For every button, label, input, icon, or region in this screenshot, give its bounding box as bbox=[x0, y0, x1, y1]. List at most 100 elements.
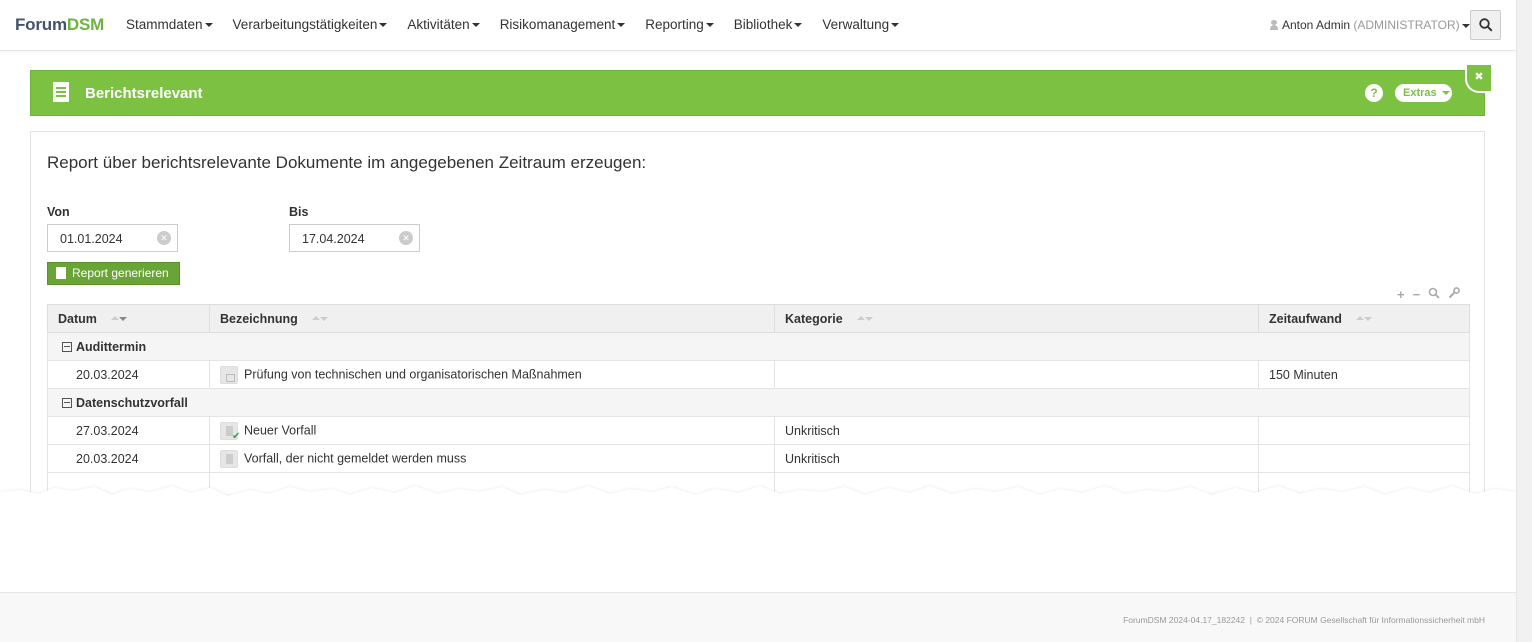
header-label: Bezeichnung bbox=[220, 311, 298, 326]
sort-icon[interactable] bbox=[856, 315, 873, 323]
sort-icon[interactable] bbox=[1355, 315, 1372, 323]
menu-bibliothek[interactable]: Bibliothek bbox=[734, 17, 803, 32]
footer: ForumDSM 2024-04.17_182242 | © 2024 FORU… bbox=[0, 592, 1516, 642]
footer-separator: | bbox=[1249, 615, 1252, 625]
extras-label: Extras bbox=[1403, 87, 1437, 99]
header-label: Kategorie bbox=[785, 311, 843, 326]
extras-button[interactable]: Extras bbox=[1395, 84, 1452, 102]
group-row-datenschutzvorfall[interactable]: Datenschutzvorfall bbox=[47, 388, 1470, 417]
user-name: Anton Admin bbox=[1282, 18, 1351, 32]
cell-zeitaufwand: 150 Minuten bbox=[1258, 360, 1470, 389]
group-cell: Datenschutzvorfall bbox=[47, 388, 1470, 417]
header-label: Datum bbox=[58, 311, 97, 326]
footer-text: ForumDSM 2024-04.17_182242 | © 2024 FORU… bbox=[1123, 615, 1485, 625]
sort-icon[interactable] bbox=[110, 315, 127, 323]
to-date-input[interactable]: 17.04.2024 ✕ bbox=[289, 224, 420, 252]
cell-datum: 27.03.2024 bbox=[47, 416, 210, 445]
document-check-icon: ✔ bbox=[220, 421, 240, 442]
group-label: Datenschutzvorfall bbox=[76, 395, 188, 410]
bezeichnung-text[interactable]: Prüfung von technischen und organisatori… bbox=[244, 367, 582, 381]
menu-label: Bibliothek bbox=[733, 17, 793, 32]
to-label: Bis bbox=[289, 205, 309, 219]
sort-icon[interactable] bbox=[311, 315, 328, 323]
menu-label: Risikomanagement bbox=[499, 17, 616, 32]
caret-down-icon bbox=[1461, 23, 1470, 28]
menu-reporting[interactable]: Reporting bbox=[645, 17, 714, 32]
cell-kategorie: Unkritisch bbox=[774, 416, 1259, 445]
from-date-input[interactable]: 01.01.2024 ✕ bbox=[47, 224, 178, 252]
page-title: Berichtsrelevant bbox=[85, 85, 203, 102]
help-button[interactable]: ? bbox=[1365, 84, 1383, 102]
menu-label: Verarbeitungstätigkeiten bbox=[232, 17, 378, 32]
caret-down-icon bbox=[379, 23, 388, 28]
table-row[interactable]: 20.03.2024 Vorfall, der nicht gemeldet w… bbox=[47, 444, 1470, 473]
collapse-group-icon[interactable] bbox=[62, 341, 72, 352]
expand-all-icon[interactable]: + bbox=[1397, 287, 1405, 302]
cell-kategorie: Unkritisch bbox=[774, 444, 1259, 473]
from-date-value: 01.01.2024 bbox=[60, 232, 123, 246]
group-label: Audittermin bbox=[76, 339, 147, 354]
generate-report-button[interactable]: Report generieren bbox=[47, 262, 180, 285]
user-icon bbox=[1270, 20, 1278, 30]
bezeichnung-text[interactable]: Neuer Vorfall bbox=[244, 423, 316, 437]
clear-icon[interactable]: ✕ bbox=[157, 231, 171, 245]
cell-kategorie bbox=[774, 360, 1259, 389]
version-text: ForumDSM 2024-04.17_182242 bbox=[1123, 615, 1246, 625]
caret-down-icon bbox=[204, 23, 213, 28]
cell-bezeichnung: ✔ Neuer Vorfall bbox=[209, 416, 775, 445]
cell-bezeichnung: Prüfung von technischen und organisatori… bbox=[209, 360, 775, 389]
menu-aktivitaeten[interactable]: Aktivitäten bbox=[407, 17, 480, 32]
user-menu[interactable]: Anton Admin (ADMINISTRATOR) bbox=[1270, 18, 1470, 32]
cell-zeitaufwand bbox=[1258, 416, 1470, 445]
caret-down-icon bbox=[891, 23, 900, 28]
menu-verarbeitungstaetigkeiten[interactable]: Verarbeitungstätigkeiten bbox=[233, 17, 388, 32]
user-role: (ADMINISTRATOR) bbox=[1353, 18, 1460, 32]
grid-toolbar: + − bbox=[1397, 287, 1468, 302]
wrench-icon[interactable] bbox=[1448, 287, 1461, 302]
search-icon[interactable] bbox=[1428, 287, 1440, 302]
close-icon[interactable]: ✖ bbox=[1465, 65, 1491, 93]
table-header-row: Datum Bezeichnung Kategorie Zeitaufwand bbox=[47, 304, 1470, 333]
menu-label: Stammdaten bbox=[126, 17, 203, 32]
menu-risikomanagement[interactable]: Risikomanagement bbox=[500, 17, 626, 32]
column-header-bezeichnung[interactable]: Bezeichnung bbox=[209, 304, 775, 333]
column-header-datum[interactable]: Datum bbox=[47, 304, 210, 333]
clear-icon[interactable]: ✕ bbox=[399, 231, 413, 245]
menu-label: Verwaltung bbox=[822, 17, 890, 32]
main-menu: Stammdaten Verarbeitungstätigkeiten Akti… bbox=[126, 17, 919, 32]
bezeichnung-text[interactable]: Vorfall, der nicht gemeldet werden muss bbox=[244, 451, 466, 465]
window-scrollbar[interactable] bbox=[1516, 0, 1532, 642]
menu-label: Reporting bbox=[645, 17, 704, 32]
group-cell: Audittermin bbox=[47, 332, 1470, 361]
table-row[interactable]: 27.03.2024 ✔ Neuer Vorfall Unkritisch bbox=[47, 416, 1470, 445]
document-icon bbox=[220, 449, 238, 468]
from-label: Von bbox=[47, 205, 70, 219]
search-button[interactable] bbox=[1470, 10, 1501, 40]
collapse-group-icon[interactable] bbox=[62, 397, 72, 408]
caret-down-icon bbox=[617, 23, 626, 28]
column-header-zeitaufwand[interactable]: Zeitaufwand bbox=[1258, 304, 1470, 333]
collapse-all-icon[interactable]: − bbox=[1413, 287, 1421, 302]
generate-label: Report generieren bbox=[72, 266, 169, 280]
column-header-kategorie[interactable]: Kategorie bbox=[774, 304, 1259, 333]
cell-datum: 20.03.2024 bbox=[47, 360, 210, 389]
menu-verwaltung[interactable]: Verwaltung bbox=[822, 17, 900, 32]
caret-down-icon bbox=[705, 23, 714, 28]
group-row-audittermin[interactable]: Audittermin bbox=[47, 332, 1470, 361]
search-icon bbox=[1479, 18, 1493, 32]
navbar: ForumDSM Stammdaten Verarbeitungstätigke… bbox=[0, 0, 1516, 51]
table-row[interactable]: 20.03.2024 Prüfung von technischen und o… bbox=[47, 360, 1470, 389]
file-icon bbox=[56, 267, 66, 279]
caret-down-icon bbox=[794, 23, 803, 28]
document-icon bbox=[53, 82, 69, 102]
menu-label: Aktivitäten bbox=[407, 17, 470, 32]
intro-text: Report über berichtsrelevante Dokumente … bbox=[47, 153, 647, 172]
brand-logo[interactable]: ForumDSM bbox=[15, 15, 104, 35]
page-header: Berichtsrelevant ? Extras ✖ bbox=[30, 65, 1491, 116]
torn-edge-decoration bbox=[0, 486, 1516, 530]
to-date-value: 17.04.2024 bbox=[302, 232, 365, 246]
menu-stammdaten[interactable]: Stammdaten bbox=[126, 17, 213, 32]
lock-icon bbox=[220, 365, 238, 384]
caret-down-icon bbox=[1441, 91, 1450, 96]
cell-datum: 20.03.2024 bbox=[47, 444, 210, 473]
